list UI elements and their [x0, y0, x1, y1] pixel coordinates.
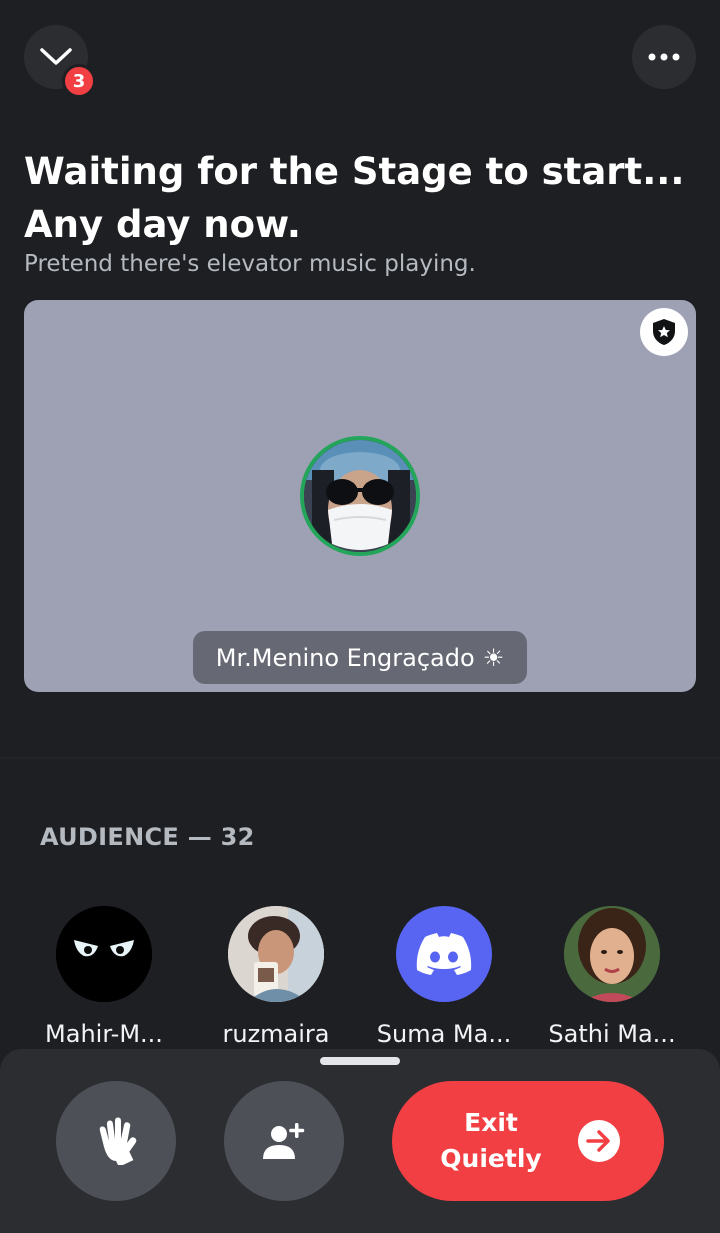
- exit-label-line1: Exit: [464, 1108, 518, 1137]
- stage-subtitle: Pretend there's elevator music playing.: [24, 251, 476, 277]
- avatar-image: [56, 906, 152, 1002]
- audience-member-name: Sathi Ma...: [548, 1020, 676, 1048]
- avatar: [564, 906, 660, 1002]
- avatar-image: [228, 906, 324, 1002]
- exit-quietly-button[interactable]: Exit Quietly: [392, 1081, 664, 1201]
- notification-badge: 3: [62, 64, 96, 98]
- speaker-name: Mr.Menino Engraçado: [215, 643, 475, 672]
- chevron-down-icon: [40, 48, 72, 65]
- discord-logo-icon: [416, 933, 472, 975]
- avatar-image: [564, 906, 660, 1002]
- stage-title-line2: Any day now.: [24, 203, 301, 246]
- audience-member-name: Mahir-M...: [45, 1020, 163, 1048]
- avatar: [396, 906, 492, 1002]
- raise-hand-button[interactable]: [56, 1081, 176, 1201]
- sheet-drag-handle[interactable]: [320, 1057, 400, 1065]
- shield-star-icon: [653, 319, 675, 345]
- audience-member[interactable]: Mahir-M...: [20, 906, 188, 1048]
- more-options-button[interactable]: [632, 25, 696, 89]
- stage-title-line1: Waiting for the Stage to start...: [24, 150, 685, 193]
- exit-label-line2: Quietly: [440, 1144, 542, 1173]
- section-divider: [0, 757, 720, 759]
- audience-member-name: ruzmaira: [222, 1020, 330, 1048]
- audience-member[interactable]: Sathi Ma...: [528, 906, 696, 1048]
- audience-member[interactable]: Suma Ma...: [360, 906, 528, 1048]
- arrow-right-circle-icon: [578, 1120, 620, 1162]
- invite-button[interactable]: [224, 1081, 344, 1201]
- controls-sheet: Exit Quietly: [0, 1049, 720, 1233]
- audience-member-name: Suma Ma...: [376, 1020, 512, 1048]
- more-horizontal-icon: [648, 53, 680, 61]
- speaker-avatar-image: [304, 440, 416, 552]
- speaker-name-tag: Mr.Menino Engraçado ☀: [193, 631, 527, 684]
- audience-header: AUDIENCE — 32: [40, 823, 255, 851]
- exit-button-label: Exit Quietly: [436, 1105, 546, 1177]
- avatar: [56, 906, 152, 1002]
- speaker-avatar[interactable]: [300, 436, 420, 556]
- moderator-badge: [640, 308, 688, 356]
- speaker-status-emoji: ☀: [482, 643, 505, 672]
- avatar: [228, 906, 324, 1002]
- stage-title: Waiting for the Stage to start... Any da…: [24, 145, 694, 251]
- speaker-tile[interactable]: Mr.Menino Engraçado ☀: [24, 300, 696, 692]
- raise-hand-icon: [99, 1117, 137, 1165]
- add-user-icon: [263, 1123, 305, 1159]
- audience-member[interactable]: ruzmaira: [192, 906, 360, 1048]
